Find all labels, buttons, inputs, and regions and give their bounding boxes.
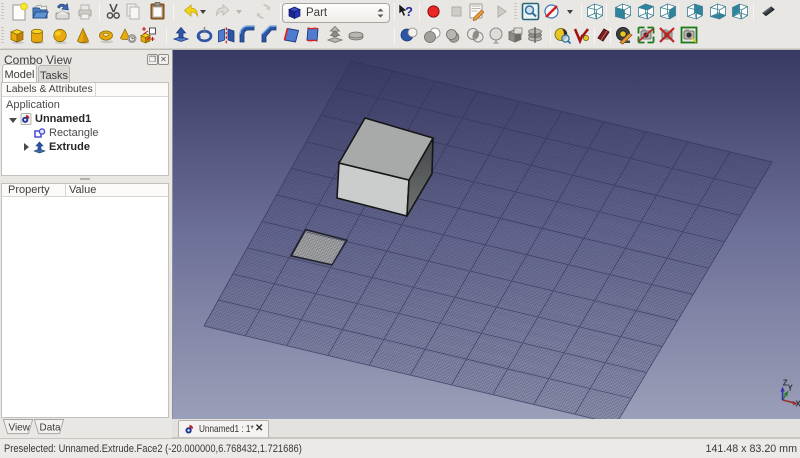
svg-text:?: ?	[405, 4, 413, 19]
svg-text:Z: Z	[783, 379, 788, 388]
svg-text:View: View	[9, 422, 31, 433]
svg-text:Data: Data	[40, 422, 61, 433]
svg-text:X: X	[796, 400, 800, 409]
svg-text:Y: Y	[788, 384, 794, 393]
